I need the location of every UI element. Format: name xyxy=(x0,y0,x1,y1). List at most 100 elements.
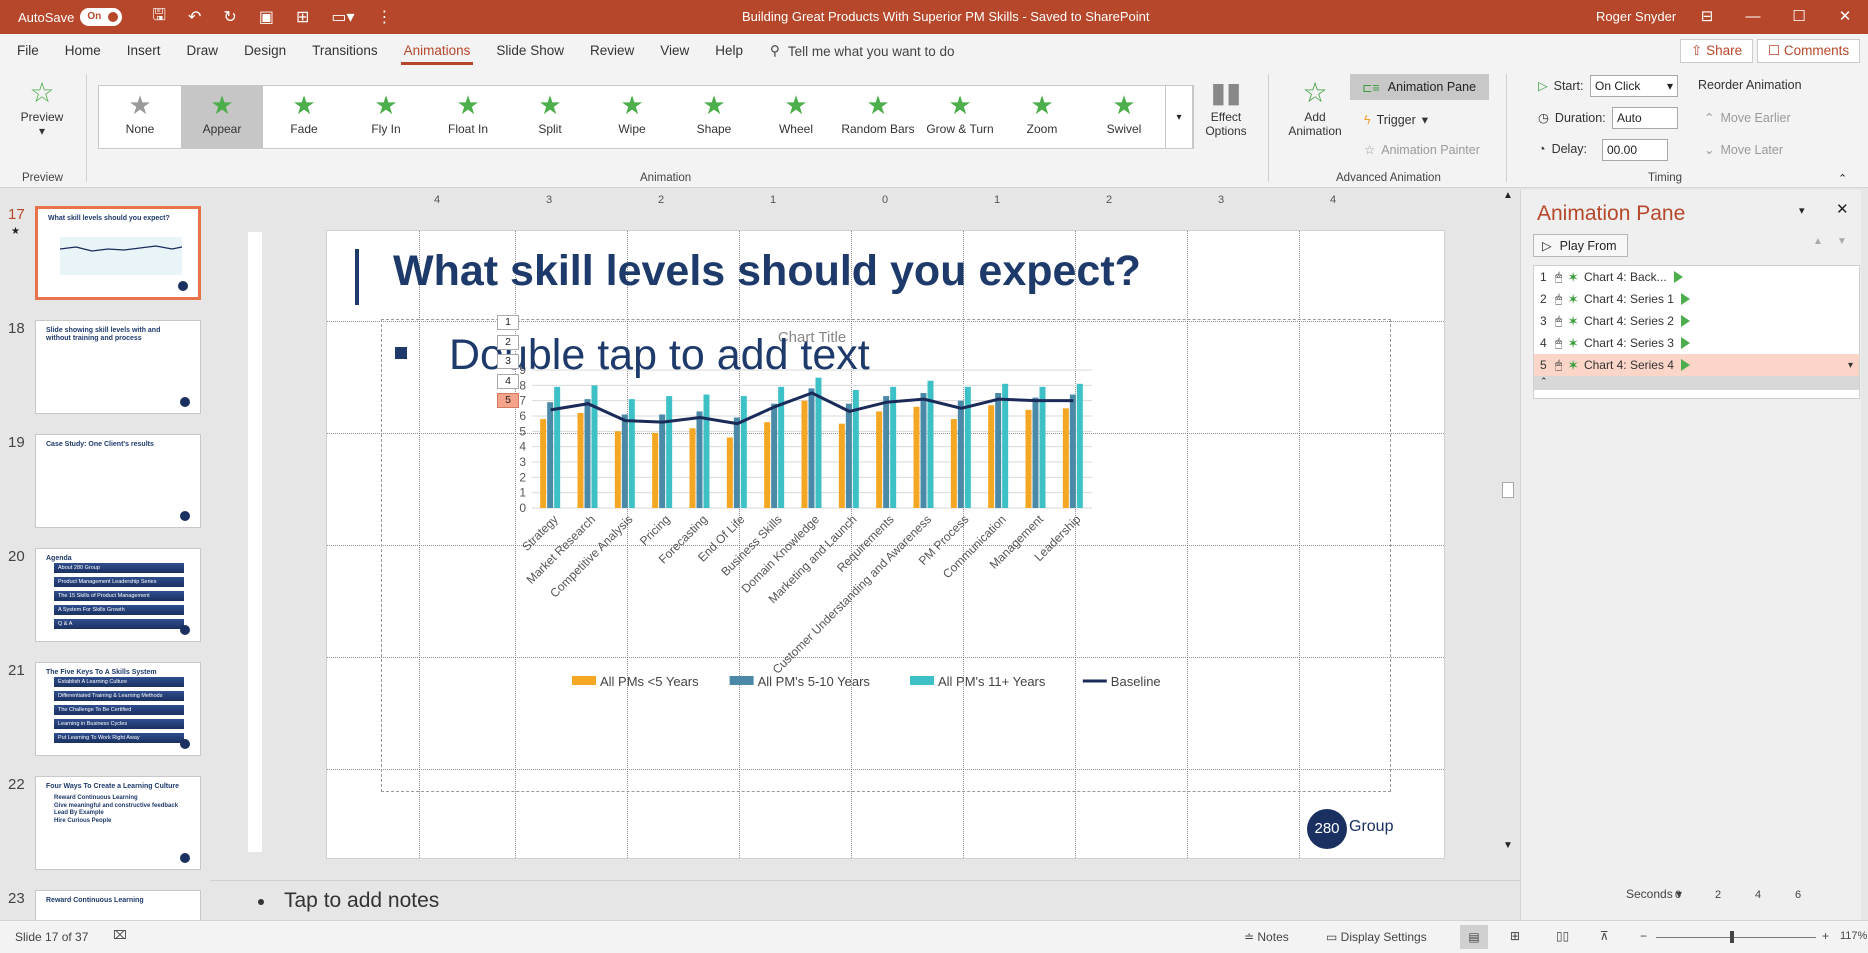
animation-tag[interactable]: 5 xyxy=(497,393,519,409)
redo-icon[interactable]: ↻ xyxy=(223,7,236,27)
duration-field[interactable]: Auto xyxy=(1612,107,1678,129)
preview-button[interactable]: ☆ Preview ▾ xyxy=(14,76,70,138)
slide-canvas[interactable]: What skill levels should you expect? Cha… xyxy=(326,230,1445,859)
delay-field[interactable]: 00.00 xyxy=(1602,139,1668,161)
user-name[interactable]: Roger Snyder xyxy=(1596,9,1676,24)
scroll-thumb[interactable] xyxy=(1502,482,1514,498)
slide-thumbnail-18[interactable]: Slide showing skill levels with and with… xyxy=(35,320,201,414)
accessibility-icon[interactable]: ⌧ xyxy=(113,928,127,942)
zoom-level[interactable]: 117% xyxy=(1840,930,1867,942)
play-from-button[interactable]: ▷ Play From xyxy=(1533,234,1628,257)
slide-sorter-icon[interactable]: ⊞ xyxy=(1510,929,1520,943)
tab-draw[interactable]: Draw xyxy=(174,34,232,68)
pane-options-icon[interactable]: ▾ xyxy=(1799,204,1805,217)
slide-title[interactable]: What skill levels should you expect? xyxy=(393,247,1141,296)
tab-transitions[interactable]: Transitions xyxy=(299,34,391,68)
animation-item[interactable]: 1 🖱 ✶ Chart 4: Back... xyxy=(1534,266,1859,288)
close-icon[interactable]: ✕ xyxy=(1836,200,1849,218)
normal-view-icon[interactable]: ▤ xyxy=(1460,925,1488,949)
comments-button[interactable]: ☐ Comments xyxy=(1757,39,1861,63)
effect-random-bars[interactable]: ★ Random Bars xyxy=(837,86,919,148)
effect-wheel[interactable]: ★ Wheel xyxy=(755,86,837,148)
effect-float-in[interactable]: ★ Float In xyxy=(427,86,509,148)
slide-thumbnail-panel[interactable]: 17 ★ What skill levels should you expect… xyxy=(0,188,210,920)
slide-thumbnail-19[interactable]: Case Study: One Client's results xyxy=(35,434,201,528)
gallery-more-button[interactable]: ▾ xyxy=(1165,85,1193,149)
zoom-in-icon[interactable]: + xyxy=(1822,929,1829,943)
autosave[interactable]: AutoSave On xyxy=(18,8,123,26)
notes-toggle[interactable]: ≐ Notes xyxy=(1244,930,1289,944)
collapse-ribbon-icon[interactable]: ⌃ xyxy=(1838,172,1847,185)
effect-appear[interactable]: ★ Appear xyxy=(181,86,263,148)
animation-tag[interactable]: 2 xyxy=(497,334,519,350)
move-down-icon[interactable]: ▼ xyxy=(1837,236,1847,247)
scroll-up-icon[interactable]: ▲ xyxy=(1503,190,1513,201)
animation-tag[interactable]: 1 xyxy=(497,315,519,330)
move-up-icon[interactable]: ▲ xyxy=(1813,236,1823,247)
tab-file[interactable]: File xyxy=(4,34,52,68)
display-settings-button[interactable]: ▭ Display Settings xyxy=(1326,930,1427,944)
share-button[interactable]: ⇧ Share xyxy=(1680,39,1754,63)
animation-tag[interactable]: 4 xyxy=(497,373,519,389)
slide-counter[interactable]: Slide 17 of 37 xyxy=(15,930,88,944)
zoom-out-icon[interactable]: − xyxy=(1640,929,1647,943)
animation-item[interactable]: 3 🖱 ✶ Chart 4: Series 2 xyxy=(1534,310,1859,332)
customize-qat-icon[interactable]: ⋮ xyxy=(377,7,393,27)
autosave-toggle[interactable]: On xyxy=(80,8,123,26)
effect-options-button[interactable]: ▮▮ Effect Options xyxy=(1198,76,1254,138)
layout-icon[interactable]: ⊞ xyxy=(296,7,309,27)
chart[interactable]: Chart Title0123456789StrategyMarket Rese… xyxy=(382,320,1392,793)
effect-zoom[interactable]: ★ Zoom xyxy=(1001,86,1083,148)
animation-item-selected[interactable]: 5 🖱 ✶ Chart 4: Series 4 ▾ xyxy=(1534,354,1859,376)
save-icon[interactable]: 🖫 xyxy=(152,4,166,31)
maximize-icon[interactable]: ☐ xyxy=(1776,0,1822,34)
zoom-slider[interactable] xyxy=(1656,937,1816,938)
collapse-list-icon[interactable]: ⌃ xyxy=(1534,376,1859,390)
animation-tag[interactable]: 3 xyxy=(497,354,519,370)
tab-insert[interactable]: Insert xyxy=(114,34,174,68)
item-dropdown-icon[interactable]: ▾ xyxy=(1848,360,1853,371)
tab-slide-show[interactable]: Slide Show xyxy=(483,34,577,68)
slide-thumbnail-22[interactable]: Four Ways To Create a Learning Culture R… xyxy=(35,776,201,870)
effect-grow-turn[interactable]: ★ Grow & Turn xyxy=(919,86,1001,148)
reading-view-icon[interactable]: ▯▯ xyxy=(1556,929,1569,943)
undo-icon[interactable]: ↶ xyxy=(188,7,201,27)
effect-split[interactable]: ★ Split xyxy=(509,86,591,148)
animation-pane-button[interactable]: ⊏≡ Animation Pane xyxy=(1350,74,1489,100)
tell-me-box[interactable]: ⚲ Tell me what you want to do xyxy=(770,43,954,59)
slide-dropdown-icon[interactable]: ▭▾ xyxy=(331,7,354,27)
move-later-button[interactable]: ⌄ Move Later xyxy=(1704,142,1783,158)
effect-none[interactable]: ★ None xyxy=(99,86,181,148)
add-animation-button[interactable]: ☆ Add Animation xyxy=(1280,76,1350,138)
slide-thumbnail-23[interactable]: Reward Continuous Learning xyxy=(35,890,201,920)
start-dropdown[interactable]: On Click ▾ xyxy=(1590,75,1678,97)
animation-painter-button[interactable]: ☆ Animation Painter xyxy=(1364,142,1480,158)
minimize-icon[interactable]: — xyxy=(1730,0,1776,34)
ribbon-display-icon[interactable]: ⊟ xyxy=(1684,0,1730,34)
present-icon[interactable]: ▣ xyxy=(259,7,274,27)
slide-thumbnail-21[interactable]: The Five Keys To A Skills System Establi… xyxy=(35,662,201,756)
chart-frame[interactable]: Chart Title 0 1 2 3 4 5 6 7 8 9 Strategy Market Rese… xyxy=(381,319,1391,792)
slide-thumbnail-20[interactable]: Agenda About 280 Group Product Managemen… xyxy=(35,548,201,642)
close-icon[interactable]: ✕ xyxy=(1822,0,1868,34)
notes-placeholder[interactable]: Tap to add notes xyxy=(284,889,439,913)
tab-design[interactable]: Design xyxy=(231,34,299,68)
tab-review[interactable]: Review xyxy=(577,34,647,68)
scroll-down-icon[interactable]: ▼ xyxy=(1503,840,1513,851)
document-title[interactable]: Building Great Products With Superior PM… xyxy=(742,9,1150,24)
animation-item[interactable]: 4 🖱 ✶ Chart 4: Series 3 xyxy=(1534,332,1859,354)
trigger-button[interactable]: ϟ Trigger ▾ xyxy=(1364,112,1428,128)
effect-shape[interactable]: ★ Shape xyxy=(673,86,755,148)
slide-thumbnail-17[interactable]: What skill levels should you expect? xyxy=(35,206,201,300)
effect-swivel[interactable]: ★ Swivel xyxy=(1083,86,1165,148)
effect-fly-in[interactable]: ★ Fly In xyxy=(345,86,427,148)
zoom-slider-thumb[interactable] xyxy=(1730,931,1734,943)
effect-wipe[interactable]: ★ Wipe xyxy=(591,86,673,148)
timeline-scale[interactable]: 02468 xyxy=(1656,885,1826,901)
tab-home[interactable]: Home xyxy=(52,34,114,68)
tab-help[interactable]: Help xyxy=(702,34,756,68)
animation-item[interactable]: 2 🖱 ✶ Chart 4: Series 1 xyxy=(1534,288,1859,310)
tab-animations[interactable]: Animations xyxy=(391,34,484,68)
tab-view[interactable]: View xyxy=(647,34,702,68)
slideshow-view-icon[interactable]: ⊼ xyxy=(1600,929,1609,943)
